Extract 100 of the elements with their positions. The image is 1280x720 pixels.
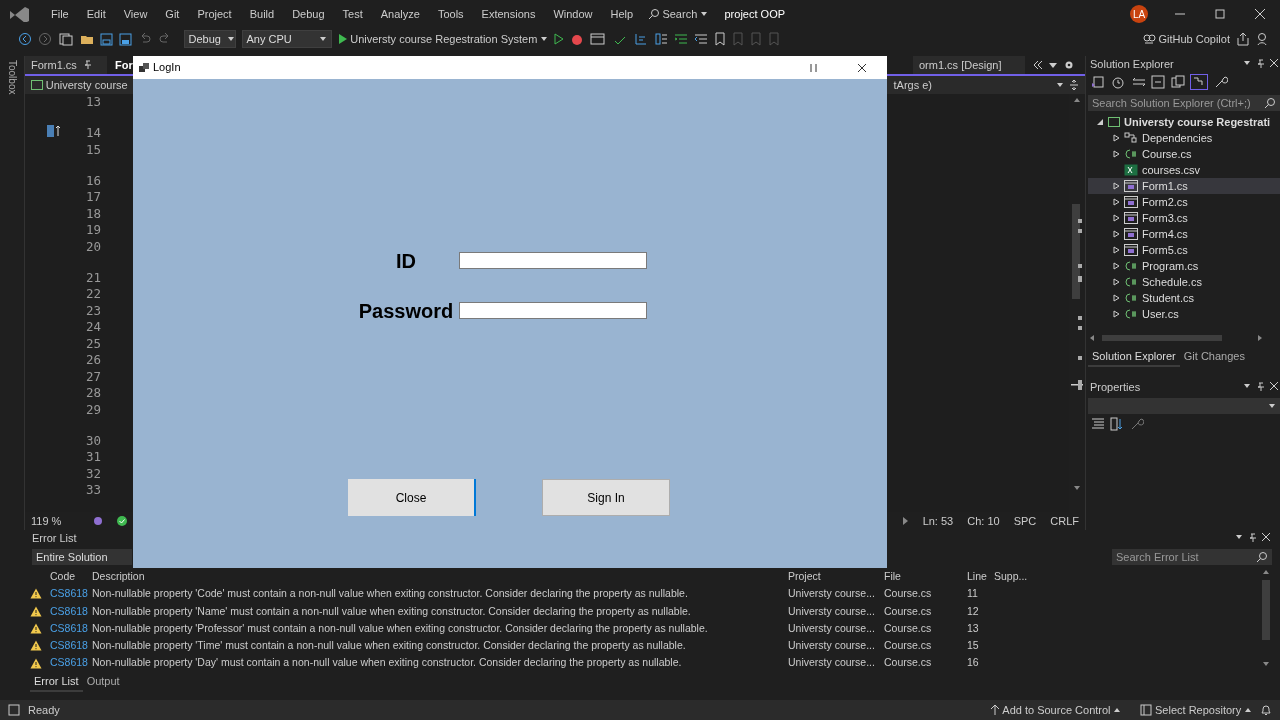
tree-item[interactable]: Schedule.cs bbox=[1088, 274, 1280, 290]
align-icon[interactable] bbox=[634, 32, 649, 46]
panel-tab[interactable]: Output bbox=[82, 671, 124, 693]
tree-item[interactable]: Form5.cs bbox=[1088, 242, 1280, 258]
repository-button[interactable]: Select Repository bbox=[1140, 701, 1252, 719]
sort-icon[interactable] bbox=[1110, 417, 1125, 432]
menu-item[interactable]: Git bbox=[156, 5, 189, 23]
column-header[interactable]: Supp... bbox=[994, 568, 1034, 586]
expanded-icon[interactable] bbox=[1096, 118, 1104, 126]
columns-icon[interactable] bbox=[654, 32, 669, 46]
error-code-link[interactable]: CS8618 bbox=[50, 637, 92, 655]
line-indicator[interactable]: Ln: 53 bbox=[922, 512, 954, 530]
error-code-link[interactable]: CS8618 bbox=[50, 654, 92, 672]
menu-item[interactable]: Extensions bbox=[472, 5, 545, 23]
categorized-icon[interactable] bbox=[1090, 417, 1105, 432]
tree-item[interactable]: Form3.cs bbox=[1088, 210, 1280, 226]
share-icon[interactable] bbox=[1236, 32, 1250, 46]
wrench-icon[interactable] bbox=[1213, 75, 1228, 89]
output-icon[interactable] bbox=[8, 704, 20, 716]
copilot-button[interactable]: GitHub Copilot bbox=[1141, 30, 1230, 48]
bell-icon[interactable] bbox=[1260, 704, 1272, 716]
forward-icon[interactable] bbox=[38, 32, 52, 46]
start-button[interactable]: Universty course Regestration System bbox=[337, 30, 549, 48]
tree-item[interactable]: Form4.cs bbox=[1088, 226, 1280, 242]
pin-icon[interactable] bbox=[1248, 533, 1257, 543]
line-ending-indicator[interactable]: CRLF bbox=[1050, 512, 1079, 530]
configuration-dropdown[interactable]: Debug bbox=[183, 30, 236, 48]
new-project-icon[interactable] bbox=[58, 32, 74, 46]
editor-tab[interactable]: Form1.cs bbox=[25, 56, 107, 74]
tree-item[interactable]: Universty course Regestrati bbox=[1088, 114, 1280, 130]
search-field[interactable]: Search Solution Explorer (Ctrl+;) bbox=[1088, 95, 1280, 111]
caret-icon[interactable] bbox=[1243, 59, 1251, 67]
tree-item[interactable]: Course.cs bbox=[1088, 146, 1280, 162]
tree-item[interactable]: Program.cs bbox=[1088, 258, 1280, 274]
menu-item[interactable]: Tools bbox=[428, 5, 473, 23]
zoom-dropdown[interactable]: 119 % bbox=[31, 512, 79, 530]
menu-item[interactable]: View bbox=[114, 5, 157, 23]
filter-view-icon[interactable] bbox=[1190, 74, 1209, 90]
column-header[interactable]: File bbox=[884, 568, 967, 586]
menu-item[interactable]: Help bbox=[601, 5, 643, 23]
menu-item[interactable]: Test bbox=[333, 5, 372, 23]
menu-item[interactable]: Edit bbox=[77, 5, 115, 23]
tree-item[interactable]: Dependencies bbox=[1088, 130, 1280, 146]
pin-icon[interactable] bbox=[1256, 382, 1265, 393]
error-code-link[interactable]: CS8618 bbox=[50, 602, 92, 620]
error-code-link[interactable]: CS8618 bbox=[50, 619, 92, 638]
chevrons-icon[interactable] bbox=[1032, 60, 1043, 70]
horizontal-scrollbar[interactable] bbox=[1088, 333, 1264, 343]
column-header[interactable]: Description bbox=[92, 568, 788, 586]
platform-dropdown[interactable]: Any CPU bbox=[241, 30, 332, 48]
avatar[interactable]: LA bbox=[1130, 5, 1148, 23]
tree-item[interactable]: Form2.cs bbox=[1088, 194, 1280, 210]
dialog-button[interactable]: Close bbox=[348, 479, 476, 516]
source-control-button[interactable]: Add to Source Control bbox=[989, 701, 1122, 719]
sync-icon[interactable] bbox=[1131, 75, 1146, 89]
search-field[interactable]: Search Error List bbox=[1112, 549, 1272, 565]
split-icon[interactable] bbox=[1069, 79, 1079, 91]
toolbox-tab[interactable]: Toolbox bbox=[4, 60, 20, 530]
type-dropdown[interactable]: Universty course bbox=[31, 76, 128, 94]
menu-item[interactable]: File bbox=[42, 5, 78, 23]
bookmark-icon[interactable] bbox=[714, 32, 727, 46]
indent-icon[interactable] bbox=[674, 32, 689, 46]
tree-item[interactable]: courses.csv bbox=[1088, 162, 1280, 178]
menu-item[interactable]: Analyze bbox=[371, 5, 429, 23]
error-code-link[interactable]: CS8618 bbox=[50, 585, 92, 603]
copy-icon[interactable] bbox=[1170, 75, 1185, 89]
input-field[interactable] bbox=[459, 302, 647, 319]
maximize-icon[interactable] bbox=[1214, 8, 1226, 20]
column-indicator[interactable]: Ch: 10 bbox=[967, 512, 1000, 530]
menu-item[interactable]: Window bbox=[544, 5, 602, 23]
browser-icon[interactable] bbox=[590, 32, 607, 46]
minimize-icon[interactable] bbox=[809, 62, 819, 73]
tree-item[interactable]: User.cs bbox=[1088, 306, 1280, 322]
check-icon[interactable] bbox=[117, 516, 127, 526]
scope-dropdown[interactable]: Entire Solution bbox=[32, 549, 132, 565]
editor-tab[interactable]: orm1.cs [Design] bbox=[913, 56, 1025, 74]
panel-tab[interactable]: Git Changes bbox=[1179, 346, 1249, 368]
search-button[interactable]: Search bbox=[647, 5, 708, 23]
pin-icon[interactable] bbox=[1256, 59, 1265, 69]
close-icon[interactable] bbox=[857, 62, 867, 73]
collapse-icon[interactable] bbox=[1151, 75, 1166, 89]
member-dropdown[interactable]: tArgs e) bbox=[893, 76, 1064, 94]
scrollbar[interactable] bbox=[1260, 568, 1272, 668]
right-caret-icon[interactable] bbox=[900, 516, 909, 526]
save-all-icon[interactable] bbox=[119, 32, 132, 46]
indent-indicator[interactable]: SPC bbox=[1013, 512, 1037, 530]
column-header[interactable]: Line bbox=[967, 568, 994, 586]
history-icon[interactable] bbox=[1110, 75, 1127, 89]
menu-item[interactable]: Project bbox=[188, 5, 241, 23]
input-field[interactable] bbox=[459, 252, 647, 269]
caret-icon[interactable] bbox=[1048, 60, 1058, 70]
menu-item[interactable]: Build bbox=[240, 5, 284, 23]
column-header[interactable]: Code bbox=[50, 568, 92, 586]
column-header[interactable]: Project bbox=[788, 568, 884, 586]
caret-icon[interactable] bbox=[1235, 533, 1243, 541]
outdent-icon[interactable] bbox=[694, 32, 709, 46]
tree-item[interactable]: Student.cs bbox=[1088, 290, 1280, 306]
pin-icon[interactable] bbox=[82, 60, 93, 70]
dialog-button[interactable]: Sign In bbox=[542, 479, 670, 516]
menu-item[interactable]: Debug bbox=[283, 5, 334, 23]
